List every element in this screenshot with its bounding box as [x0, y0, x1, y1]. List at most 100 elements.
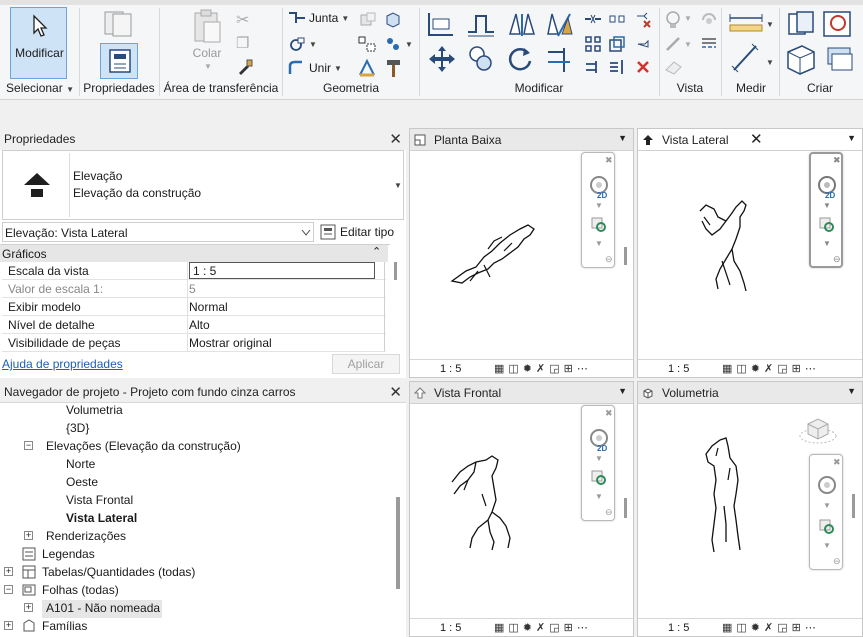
- view-vista-frontal[interactable]: Vista Frontal ▼ ✖ 2D ▼ ▼ ⊖ 1 : 5 ▦◫✹✗◲⊞⋯: [409, 381, 634, 637]
- tree-item-selected[interactable]: A101 - Não nomeada: [42, 600, 162, 618]
- view-control-icons[interactable]: ▦◫✹✗◲⊞⋯: [722, 362, 820, 375]
- close-icon[interactable]: ✕: [389, 383, 402, 401]
- modify-button[interactable]: Modificar: [10, 7, 67, 79]
- tree-item[interactable]: Norte: [66, 457, 95, 471]
- trim-single-icon[interactable]: [584, 58, 602, 76]
- close-icon[interactable]: ✖: [605, 155, 613, 166]
- tree-item[interactable]: Legendas: [42, 547, 95, 561]
- properties-help-link[interactable]: Ajuda de propriedades: [2, 357, 123, 371]
- move-icon[interactable]: [427, 44, 457, 74]
- tree-item[interactable]: Folhas (todas): [42, 583, 119, 597]
- hammer-icon[interactable]: [384, 58, 402, 78]
- linework-icon[interactable]: [664, 35, 682, 53]
- close-icon[interactable]: ✖: [605, 408, 613, 419]
- view-tab[interactable]: Vista Frontal ▼: [410, 382, 633, 404]
- prop-row[interactable]: Visibilidade de peças Mostrar original: [2, 334, 386, 352]
- create-assembly-icon[interactable]: [786, 10, 816, 38]
- view-scale[interactable]: 1 : 5: [440, 622, 486, 634]
- unjoin-button[interactable]: Unir ▼: [288, 60, 342, 76]
- collapse-toggle[interactable]: −: [4, 585, 13, 594]
- create-parts-icon[interactable]: [784, 42, 818, 76]
- zoom-region-icon[interactable]: [591, 217, 607, 233]
- viewcube-icon[interactable]: [798, 414, 838, 446]
- zoom-region-icon[interactable]: [819, 519, 835, 535]
- tree-item[interactable]: Elevações (Elevação da construção): [46, 439, 241, 453]
- expand-toggle[interactable]: +: [24, 603, 33, 612]
- prop-row[interactable]: Escala da vista 1 : 5: [2, 262, 386, 280]
- expand-toggle[interactable]: +: [4, 567, 13, 576]
- tree-item-active[interactable]: Vista Lateral: [66, 511, 137, 525]
- view-scrollbar[interactable]: [624, 498, 627, 518]
- properties-scrollbar[interactable]: [394, 262, 397, 280]
- aligned-dimension-icon[interactable]: [730, 42, 760, 74]
- trim-multiple-icon[interactable]: [608, 58, 626, 76]
- cut-icon[interactable]: ✂: [236, 10, 249, 30]
- instance-selector[interactable]: Elevação: Vista Lateral: [2, 222, 314, 242]
- override-graphics-icon[interactable]: [700, 10, 718, 28]
- eraser-icon[interactable]: [664, 58, 684, 76]
- apply-button[interactable]: Aplicar: [332, 354, 400, 374]
- scale-icon[interactable]: [608, 35, 626, 53]
- close-icon[interactable]: ✕: [750, 130, 763, 148]
- prop-row[interactable]: Nível de detalhe Alto: [2, 316, 386, 334]
- view-menu-icon[interactable]: ▼: [618, 133, 627, 143]
- cut-geometry-button[interactable]: ▼: [288, 36, 317, 52]
- view-control-icons[interactable]: ▦◫✹✗◲⊞⋯: [722, 621, 820, 634]
- steering-wheel-icon[interactable]: [816, 475, 840, 497]
- view-scale[interactable]: 1 : 5: [668, 622, 714, 634]
- split-face-icon[interactable]: [357, 35, 379, 53]
- zoom-region-icon[interactable]: [591, 470, 607, 486]
- copy-icon[interactable]: ❐: [236, 34, 249, 52]
- create-similar-icon[interactable]: [822, 10, 854, 38]
- view-volumetria[interactable]: Volumetria ▼ ✖ ▼ ▼ ⊖ 1 : 5 ▦◫✹✗◲⊞⋯: [637, 381, 863, 637]
- wall-join-icon[interactable]: [359, 12, 377, 28]
- wall-profile-icon[interactable]: [357, 58, 377, 78]
- nav-options-icon[interactable]: ⊖: [605, 254, 613, 265]
- match-properties-icon[interactable]: [236, 58, 254, 76]
- view-tab-active[interactable]: Vista Lateral ✕ ▼: [638, 129, 862, 151]
- tree-item[interactable]: Famílias: [42, 619, 87, 633]
- view-vista-lateral[interactable]: Vista Lateral ✕ ▼ ✖ 2D ▼ ▼ ⊖ 1 : 5 ▦◫✹✗◲…: [637, 128, 863, 378]
- tree-item[interactable]: Oeste: [66, 475, 98, 489]
- view-scrollbar[interactable]: [852, 494, 855, 518]
- align-icon[interactable]: [426, 10, 456, 38]
- rotate-icon[interactable]: [506, 45, 534, 73]
- view-scale[interactable]: 1 : 5: [440, 363, 486, 375]
- mirror-axis-icon[interactable]: [506, 10, 536, 38]
- zoom-region-icon[interactable]: [819, 217, 835, 233]
- tree-item[interactable]: Tabelas/Quantidades (todas): [42, 565, 195, 579]
- close-icon[interactable]: ✖: [833, 457, 841, 468]
- collapse-toggle[interactable]: −: [24, 441, 33, 450]
- view-tab[interactable]: Volumetria ▼: [638, 382, 862, 404]
- array-icon[interactable]: [584, 35, 602, 53]
- view-tab[interactable]: Planta Baixa ▼: [410, 129, 633, 151]
- close-icon[interactable]: ✕: [389, 130, 402, 148]
- view-menu-icon[interactable]: ▼: [847, 133, 856, 143]
- type-selector[interactable]: Elevação Elevação da construção ▼: [2, 150, 404, 220]
- selecionar-dropdown[interactable]: Selecionar ▼: [4, 81, 76, 95]
- hide-bulb-icon[interactable]: [664, 10, 682, 30]
- tree-item[interactable]: Renderizações: [46, 529, 126, 543]
- split-element-icon[interactable]: [584, 12, 602, 26]
- create-group-icon[interactable]: [826, 46, 854, 72]
- navigation-bar[interactable]: ✖ 2D ▼ ▼ ⊖: [809, 152, 843, 268]
- properties-button[interactable]: [100, 43, 138, 79]
- view-scale[interactable]: 1 : 5: [668, 363, 714, 375]
- view-menu-icon[interactable]: ▼: [618, 386, 627, 396]
- section-header[interactable]: Gráficos ⌃: [0, 245, 388, 262]
- line-style-icon[interactable]: [700, 35, 718, 53]
- nav-options-icon[interactable]: ⊖: [605, 507, 613, 518]
- nav-options-icon[interactable]: ⊖: [833, 254, 841, 265]
- view-control-icons[interactable]: ▦◫✹✗◲⊞⋯: [494, 621, 592, 634]
- delete-icon[interactable]: [634, 58, 652, 76]
- view-scale-field[interactable]: 1 : 5: [189, 262, 375, 279]
- expand-toggle[interactable]: +: [24, 531, 33, 540]
- copy-element-icon[interactable]: [467, 44, 495, 74]
- demolish-icon[interactable]: [384, 11, 402, 29]
- pin-icon[interactable]: [634, 35, 652, 53]
- paste-icon[interactable]: [192, 8, 222, 44]
- tree-item[interactable]: {3D}: [66, 421, 89, 435]
- paste-label[interactable]: Colar: [190, 46, 224, 60]
- navigation-bar[interactable]: ✖ ▼ ▼ ⊖: [809, 454, 843, 570]
- join-button[interactable]: Junta ▼: [288, 11, 349, 25]
